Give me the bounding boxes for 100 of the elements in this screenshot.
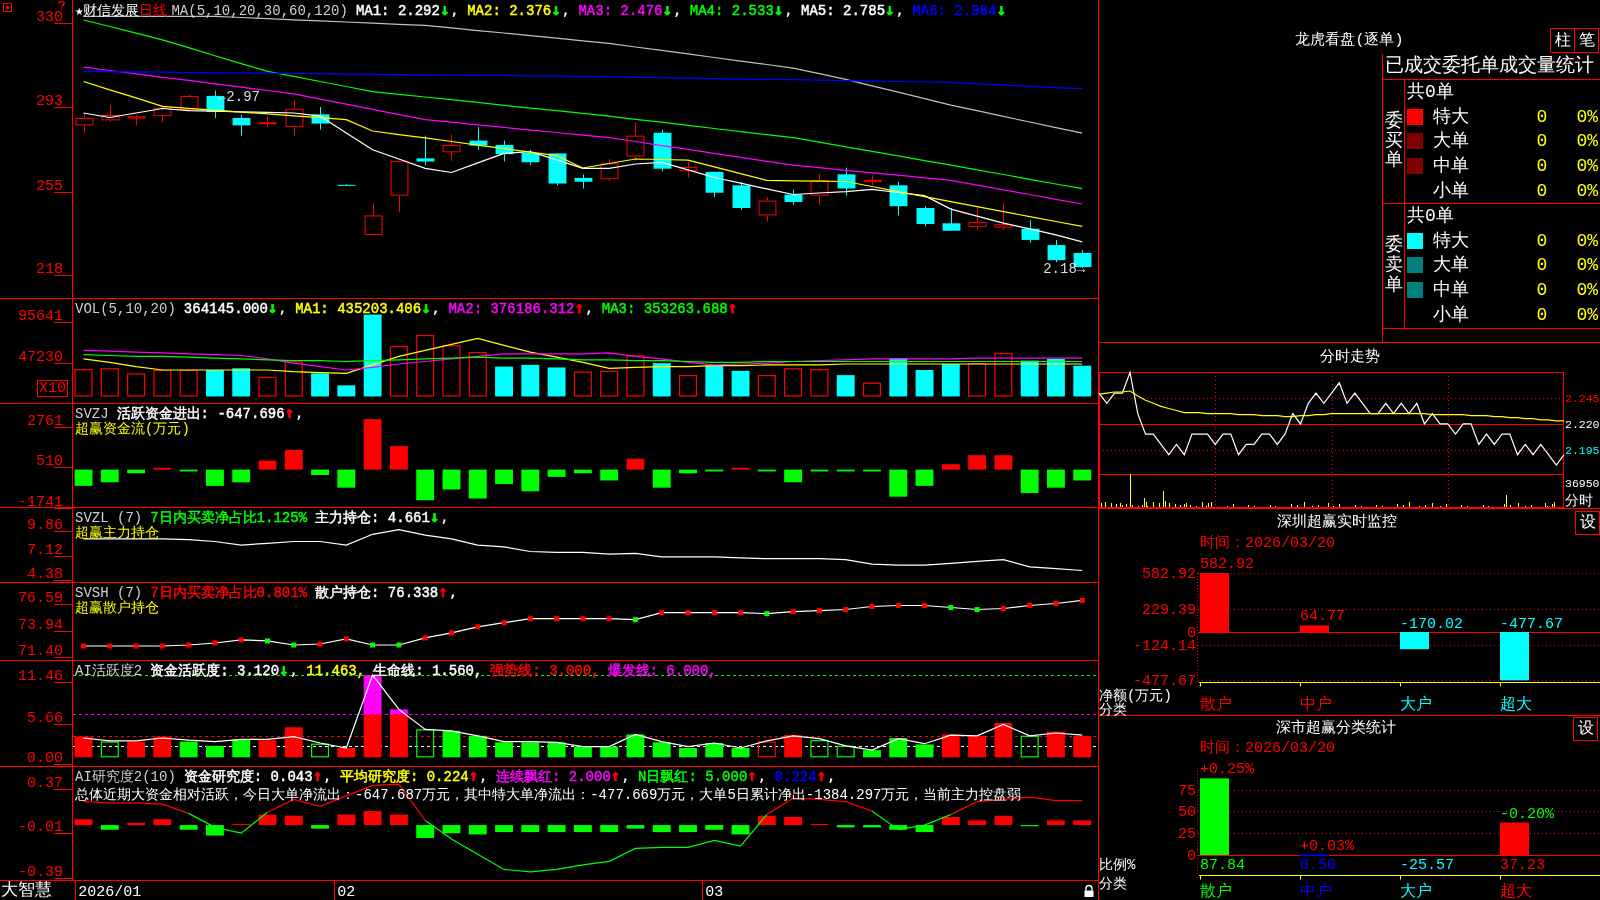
bar (836, 375, 855, 397)
settings-button[interactable]: 设 (1573, 717, 1598, 741)
indicator-value: 11.463, (306, 664, 366, 679)
bar (941, 734, 960, 758)
view-button[interactable]: 笔 (1574, 28, 1599, 53)
bar (311, 469, 329, 476)
marker (948, 605, 954, 610)
settings-button[interactable]: 设 (1575, 511, 1600, 535)
indicator-name: SVZJ (75, 407, 109, 422)
bar (284, 815, 303, 826)
bar (363, 419, 382, 470)
category-label: 大户 (1400, 883, 1432, 900)
candlestick (258, 115, 277, 128)
marker (895, 603, 901, 608)
bar (862, 382, 881, 397)
bar (337, 469, 356, 488)
axis-label: 218 (36, 261, 63, 278)
bar (968, 735, 987, 758)
marker (81, 643, 86, 649)
order-size-label: 大单 (1433, 131, 1469, 152)
bar (757, 375, 776, 397)
bar (416, 469, 435, 501)
candlestick (916, 205, 935, 227)
bar (836, 469, 855, 472)
date-label: 2026/01 (78, 884, 142, 900)
order-percent: 0% (1576, 255, 1598, 276)
bar (127, 373, 146, 397)
marker (632, 617, 638, 623)
candlestick (653, 129, 672, 172)
bar (442, 345, 461, 397)
axis-label: 76.59 (18, 590, 63, 608)
indicator-subtitle: 超赢资金流(万元) (75, 421, 190, 437)
marker (291, 642, 297, 648)
candlestick (364, 202, 383, 235)
bar (389, 446, 408, 470)
indicator-value: MA6: 2.984 (912, 4, 997, 19)
axis-label: 11.46 (18, 668, 63, 686)
order-size-label: 小单 (1433, 304, 1469, 325)
bar (784, 469, 803, 483)
indicator-value: 主力持仓: 4.661 (315, 511, 430, 526)
bar (941, 816, 960, 826)
bar (74, 736, 93, 758)
bar (784, 816, 803, 826)
bar (100, 825, 119, 830)
marker (212, 640, 218, 646)
marker (580, 616, 586, 622)
bar (600, 825, 619, 833)
axis-label: 4.38 (27, 566, 63, 584)
bar (968, 455, 987, 470)
square-icon[interactable] (3, 3, 12, 12)
indicator-value: MA5: 2.785 (801, 4, 886, 19)
order-total: 共0单 (1407, 206, 1454, 227)
marker (738, 610, 744, 616)
value-label: 582.92 (1200, 556, 1254, 573)
bar (652, 363, 671, 397)
date-label: 03 (705, 884, 724, 900)
trend-arrow: ↓, (885, 2, 905, 17)
bar (1073, 365, 1092, 397)
indicator-subtitle: 超赢主力持仓 (75, 525, 159, 541)
axis-label: 0.37 (27, 774, 63, 792)
bar (127, 741, 145, 758)
candlestick (153, 104, 172, 123)
bar (1047, 820, 1065, 826)
bar (468, 352, 487, 397)
bar (311, 825, 329, 829)
order-size-label: 中单 (1433, 156, 1469, 177)
candlestick (1047, 239, 1066, 263)
bar (810, 369, 829, 397)
bar (179, 825, 198, 830)
indicator-value: 爆发线: 6.000, (607, 664, 717, 679)
bar (1047, 731, 1065, 758)
bar (994, 815, 1013, 826)
bar (153, 819, 172, 826)
bar (968, 820, 987, 826)
bar (573, 825, 592, 833)
view-button[interactable]: 柱 (1550, 28, 1575, 53)
bar (915, 370, 934, 397)
marker (238, 637, 244, 643)
candlestick (784, 189, 803, 206)
marker (396, 642, 402, 648)
bar (232, 368, 251, 397)
bar (836, 825, 855, 828)
bar (679, 748, 697, 758)
marker (922, 603, 928, 608)
bar (1500, 631, 1529, 681)
bar (521, 469, 540, 492)
marker (501, 620, 507, 626)
candlestick (758, 196, 777, 222)
bar (232, 469, 251, 483)
trend-arrow: ↑, (468, 768, 488, 783)
bar (468, 469, 487, 499)
marker (711, 610, 717, 616)
bar (994, 352, 1013, 397)
axis-label: 2.220 (1565, 417, 1600, 431)
axis-label: 7.12 (27, 541, 63, 559)
timestamp: 时间：2026/03/20 (1200, 535, 1335, 552)
bar (731, 825, 750, 835)
bar (547, 469, 566, 477)
bar (679, 825, 697, 833)
question-icon[interactable] (58, 1, 65, 10)
